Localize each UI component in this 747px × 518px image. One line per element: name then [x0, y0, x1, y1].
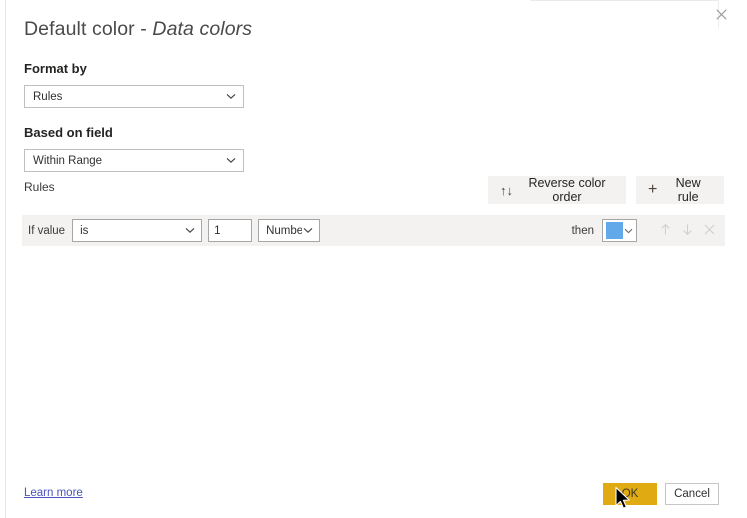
reverse-color-order-label: Reverse color order: [528, 176, 606, 204]
color-swatch: [606, 222, 623, 239]
plus-icon: +: [648, 181, 658, 198]
value-type-dropdown[interactable]: Number: [258, 219, 321, 242]
learn-more-link[interactable]: Learn more: [24, 487, 83, 499]
rules-label: Rules: [24, 180, 55, 194]
ok-button[interactable]: OK: [603, 483, 657, 505]
rule-row: If value is Number then: [22, 215, 725, 246]
rule-value-input[interactable]: [208, 219, 253, 242]
format-by-label: Format by: [24, 61, 87, 76]
close-button[interactable]: [709, 2, 733, 26]
format-by-value: Rules: [33, 90, 63, 103]
window-top-edge: [530, 0, 718, 1]
new-rule-button[interactable]: + New rule: [636, 176, 724, 204]
chevron-down-icon: [184, 225, 196, 237]
chevron-down-icon: [623, 226, 633, 236]
condition-value: is: [80, 224, 89, 237]
rule-color-picker[interactable]: [602, 219, 637, 242]
window-left-edge: [5, 0, 6, 518]
if-value-label: If value: [28, 224, 66, 237]
cancel-button[interactable]: Cancel: [665, 483, 719, 505]
up-down-arrows-icon: ↑↓: [500, 182, 513, 198]
format-by-dropdown[interactable]: Rules: [24, 85, 244, 108]
move-rule-up-button[interactable]: [655, 219, 675, 243]
arrow-up-icon: [659, 223, 672, 239]
value-type-value: Number: [266, 224, 303, 237]
condition-dropdown[interactable]: is: [72, 219, 203, 242]
based-on-field-dropdown[interactable]: Within Range: [24, 149, 244, 172]
close-icon: [704, 223, 715, 238]
move-rule-down-button[interactable]: [677, 219, 697, 243]
new-rule-label: New rule: [675, 176, 701, 204]
chevron-down-icon: [225, 155, 237, 167]
reverse-color-order-button[interactable]: ↑↓ Reverse color order: [488, 176, 626, 204]
chevron-down-icon: [302, 225, 314, 237]
data-colors-dialog: Default color - Data colors Format by Ru…: [0, 0, 747, 518]
chevron-down-icon: [225, 91, 237, 103]
delete-rule-button[interactable]: [699, 219, 719, 243]
close-icon: [715, 8, 727, 20]
dialog-title-main: Default color -: [24, 18, 153, 40]
arrow-down-icon: [681, 223, 694, 239]
then-label: then: [571, 224, 594, 237]
based-on-field-value: Within Range: [33, 154, 103, 167]
dialog-title-emphasis: Data colors: [152, 18, 253, 40]
dialog-title: Default color - Data colors: [24, 18, 252, 41]
based-on-field-label: Based on field: [24, 125, 113, 140]
